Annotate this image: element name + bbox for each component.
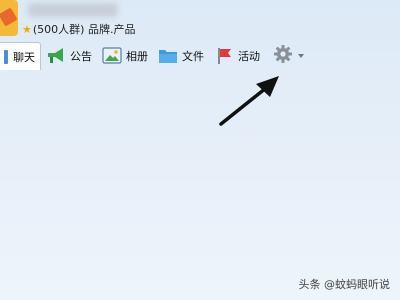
- group-info: ★ (500人群) 品牌.产品: [22, 21, 135, 37]
- tab-label: 公告: [70, 50, 92, 63]
- avatar-badge: [0, 7, 18, 27]
- chevron-down-icon: [298, 54, 304, 58]
- watermark: 头条 @蚊蚂眼听说: [298, 278, 391, 291]
- group-header: ★ (500人群) 品牌.产品: [0, 0, 400, 40]
- tab-files[interactable]: 文件: [153, 43, 209, 69]
- folder-icon: [158, 46, 178, 66]
- settings-button[interactable]: [273, 43, 304, 69]
- tab-label: 聊天: [13, 50, 35, 64]
- chat-icon: [4, 47, 10, 67]
- megaphone-icon: [46, 46, 66, 66]
- star-icon: ★: [22, 22, 32, 36]
- tab-chat[interactable]: 聊天: [0, 42, 41, 70]
- tab-label: 活动: [238, 50, 260, 63]
- group-info-text: (500人群) 品牌.产品: [32, 23, 136, 36]
- tab-activity[interactable]: 活动: [209, 43, 265, 69]
- tab-notice[interactable]: 公告: [41, 43, 97, 69]
- group-avatar-icon[interactable]: [0, 0, 18, 36]
- flag-icon: [214, 46, 234, 66]
- photo-icon: [102, 46, 122, 66]
- tab-bar: 聊天 公告 相册 文件 活动: [0, 42, 400, 70]
- tab-label: 相册: [126, 50, 148, 63]
- tab-label: 文件: [182, 50, 204, 63]
- gear-icon: [273, 44, 293, 68]
- group-name-blurred: [28, 3, 118, 17]
- tab-album[interactable]: 相册: [97, 43, 153, 69]
